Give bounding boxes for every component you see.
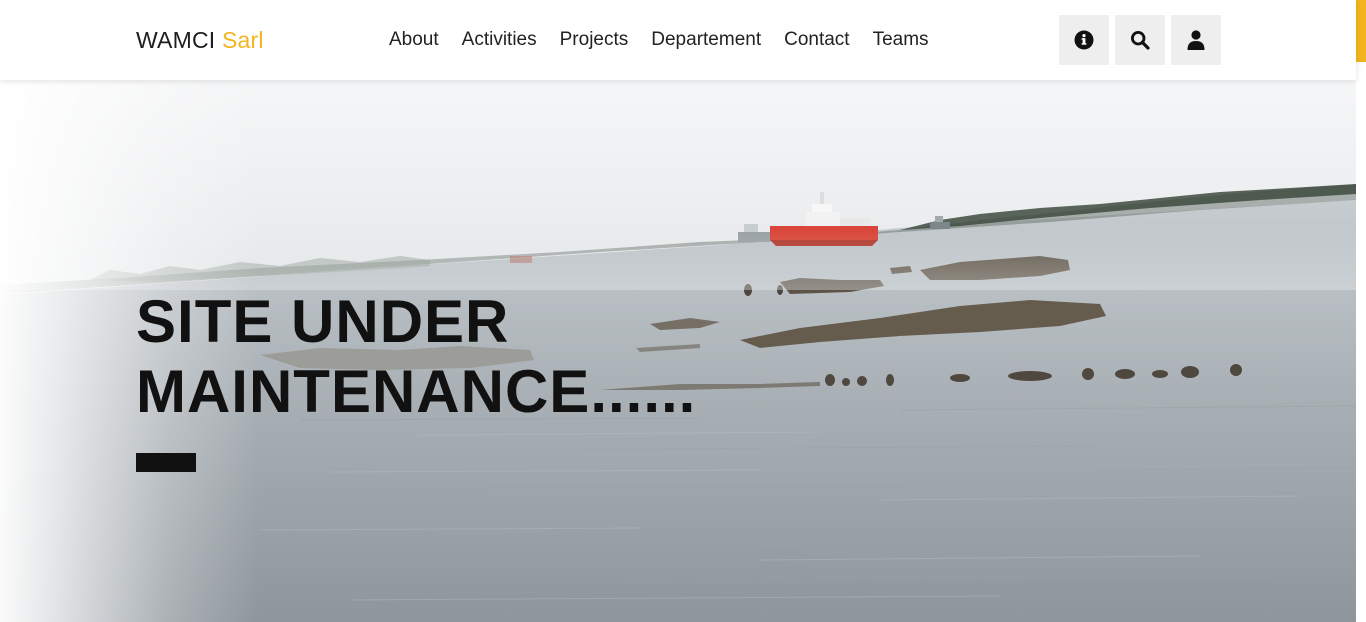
nav-link-departement[interactable]: Departement — [651, 29, 761, 51]
user-button[interactable] — [1171, 15, 1221, 65]
hero-heading-line-1: SITE UNDER — [136, 288, 510, 355]
user-icon — [1187, 30, 1205, 50]
brand-logo[interactable]: WAMCI Sarl — [136, 27, 264, 54]
brand-name: WAMCI — [136, 27, 216, 53]
hero-accent-bar — [136, 453, 196, 472]
info-icon — [1074, 30, 1094, 50]
scroll-progress-indicator — [1356, 0, 1366, 62]
page: WAMCI Sarl About Activities Projects Dep… — [0, 0, 1366, 622]
brand-suffix: Sarl — [221, 27, 264, 53]
top-navbar: WAMCI Sarl About Activities Projects Dep… — [0, 0, 1356, 80]
hero-section: SITE UNDER MAINTENANCE...... — [0, 80, 1356, 622]
search-icon — [1130, 30, 1150, 50]
info-button[interactable] — [1059, 15, 1109, 65]
nav-link-activities[interactable]: Activities — [462, 29, 537, 51]
hero-heading: SITE UNDER MAINTENANCE...... — [136, 287, 696, 427]
scrollbar-track[interactable] — [1356, 62, 1366, 622]
search-button[interactable] — [1115, 15, 1165, 65]
nav-link-teams[interactable]: Teams — [873, 29, 929, 51]
nav-link-about[interactable]: About — [389, 29, 439, 51]
nav-link-contact[interactable]: Contact — [784, 29, 849, 51]
nav-link-projects[interactable]: Projects — [560, 29, 629, 51]
nav-icon-group — [1059, 15, 1221, 65]
main-nav: About Activities Projects Departement Co… — [389, 29, 929, 51]
hero-heading-line-2: MAINTENANCE...... — [136, 358, 697, 425]
